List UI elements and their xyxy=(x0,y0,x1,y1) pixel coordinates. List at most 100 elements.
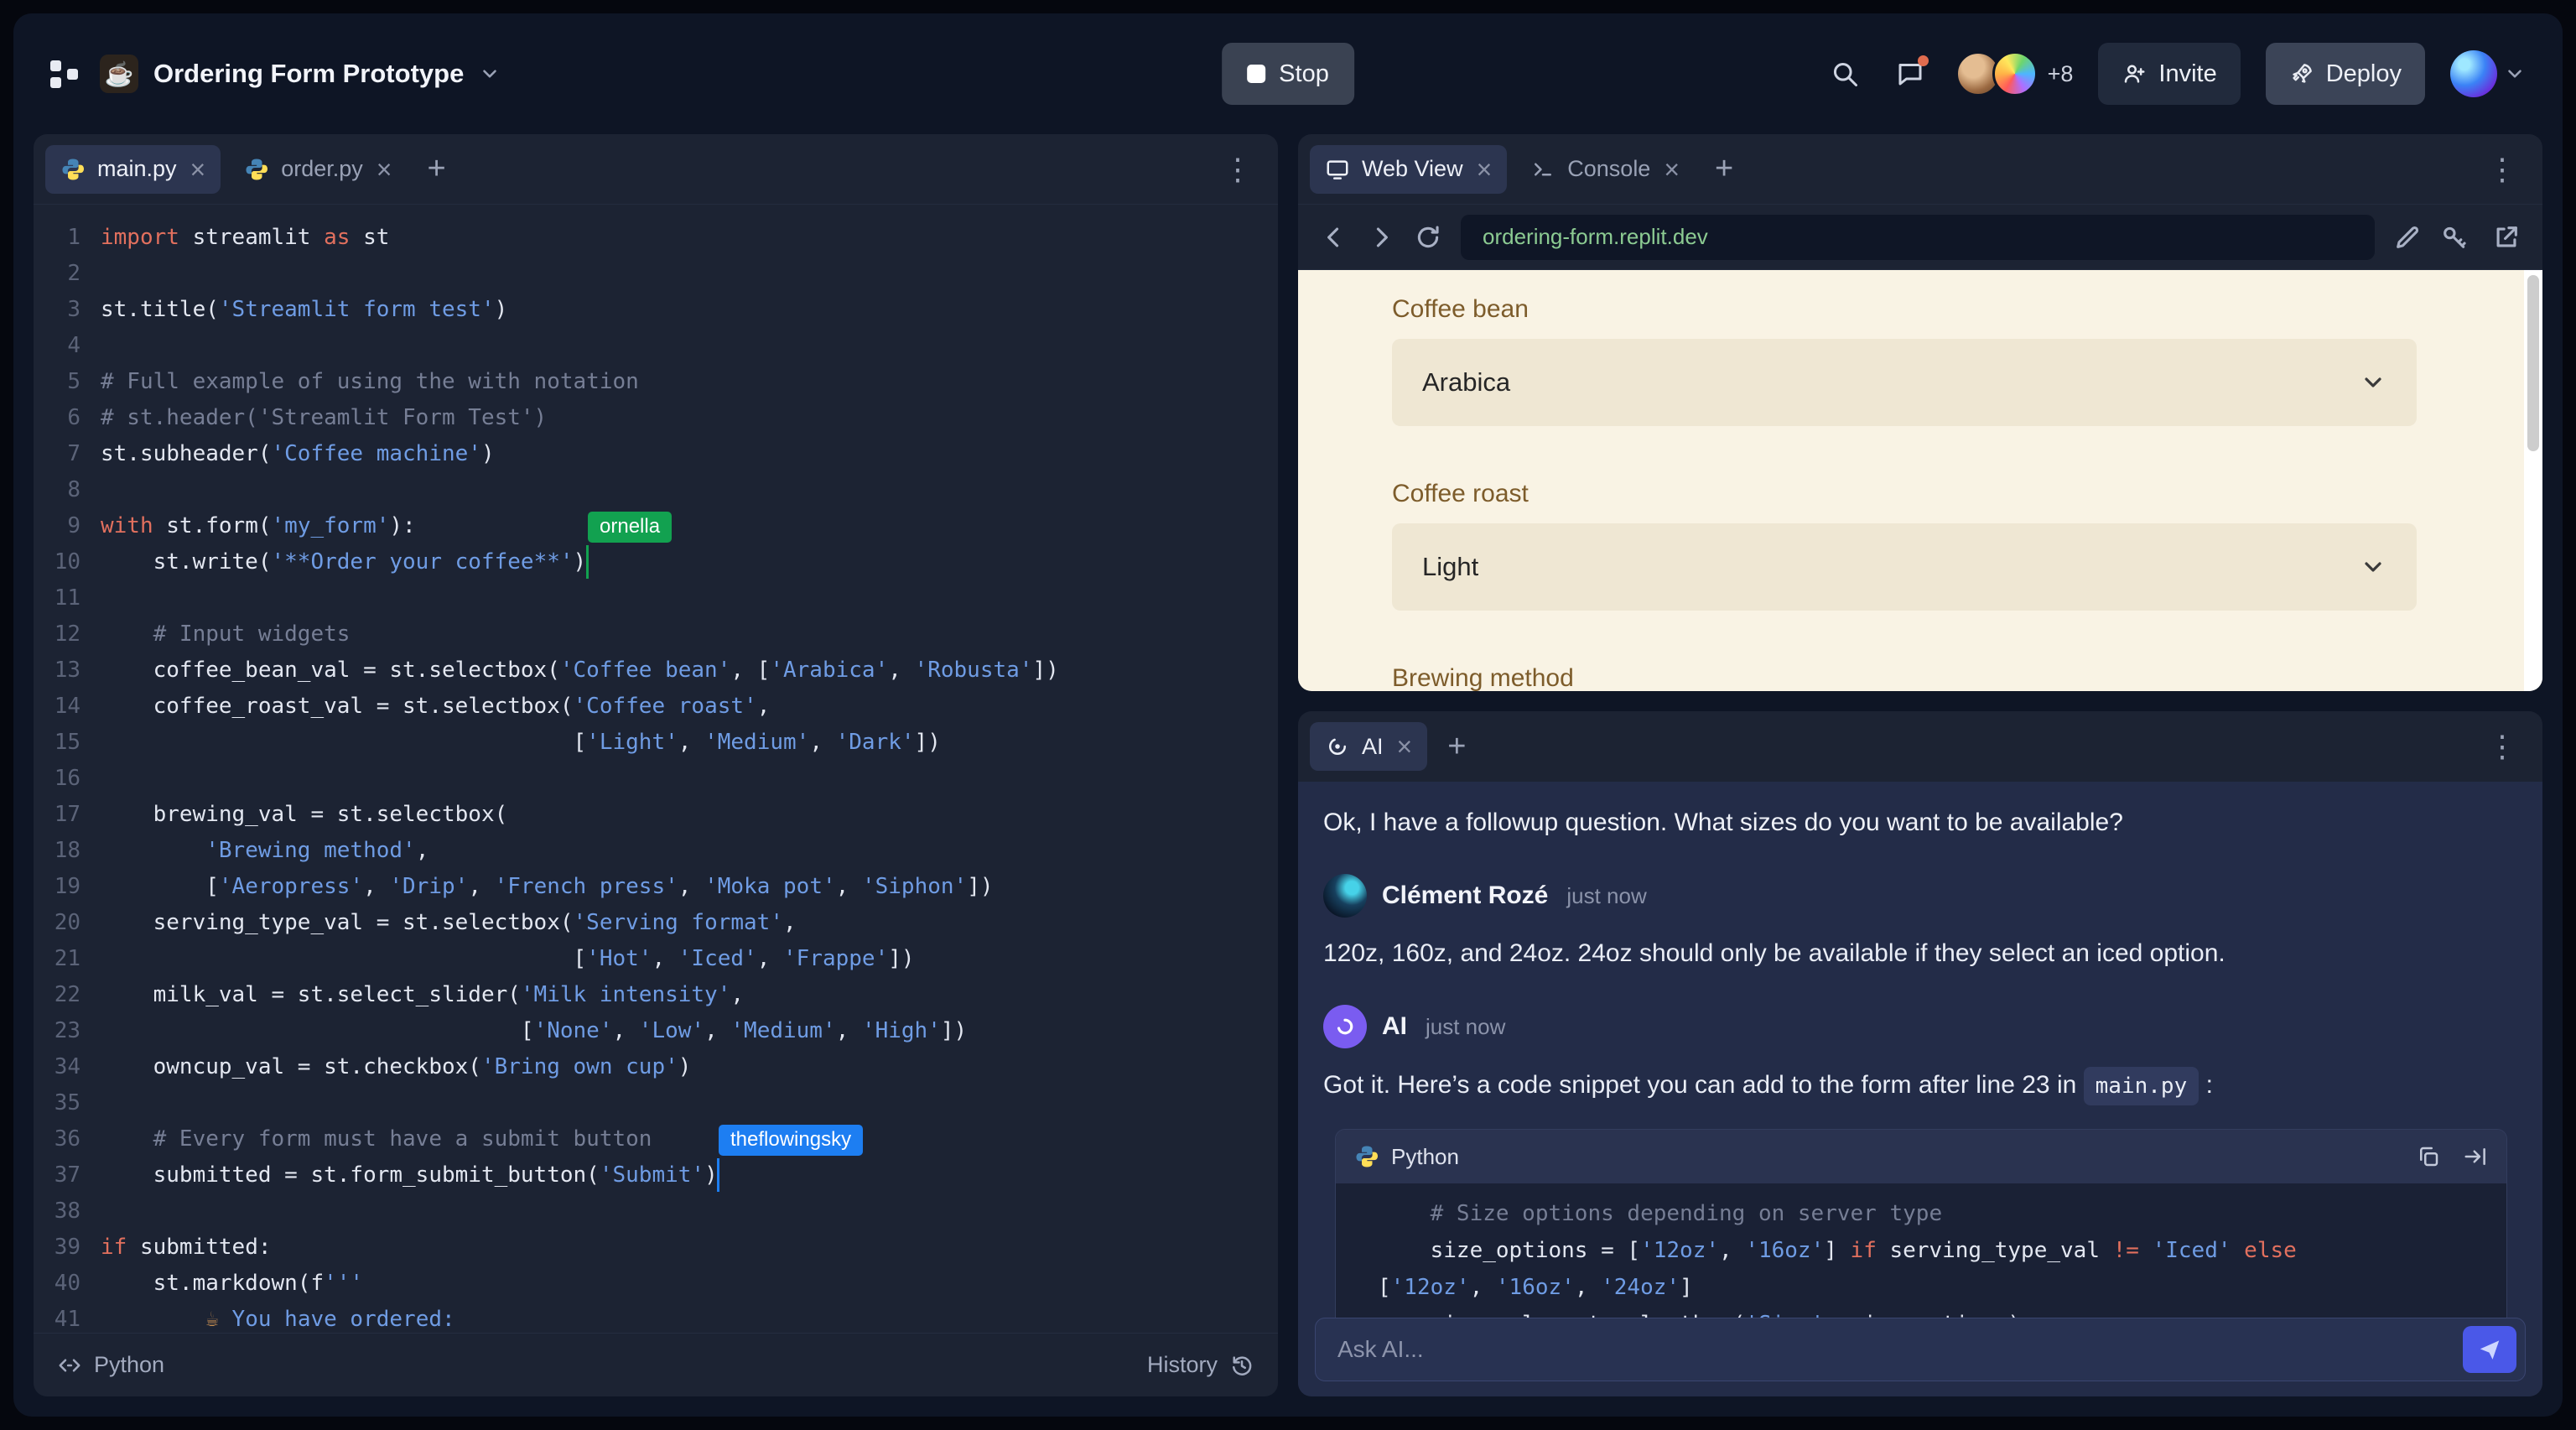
line-number: 2 xyxy=(67,261,80,286)
code-line: 19 ['Aeropress', 'Drip', 'French press',… xyxy=(34,869,1278,905)
workspace-grid-icon[interactable] xyxy=(50,60,78,88)
close-icon[interactable]: × xyxy=(1397,733,1413,760)
send-button[interactable] xyxy=(2463,1326,2516,1373)
new-tab-button[interactable]: + xyxy=(415,151,457,187)
invite-button[interactable]: Invite xyxy=(2098,43,2241,105)
message-body: 120z, 160z, and 24oz. 24oz should only b… xyxy=(1323,939,2225,967)
refresh-icon[interactable] xyxy=(1414,223,1442,252)
field-label: Brewing method xyxy=(1392,664,1574,691)
tab-web-view[interactable]: Web View × xyxy=(1310,144,1508,194)
insert-code-icon[interactable] xyxy=(2463,1144,2488,1169)
line-number: 37 xyxy=(54,1162,80,1188)
editor-tabbar: main.py × order.py × + ⋮ xyxy=(34,134,1278,205)
code-editor[interactable]: 1 import streamlit as st 2 3 st.title('Strea… xyxy=(34,205,1278,1333)
line-number: 35 xyxy=(54,1090,80,1115)
repl-title-menu[interactable]: ☕ Ordering Form Prototype xyxy=(100,55,501,93)
back-icon[interactable] xyxy=(1320,223,1348,252)
code-line: 17 brewing_val = st.selectbox( xyxy=(34,797,1278,833)
line-number: 34 xyxy=(54,1054,80,1079)
line-number: 11 xyxy=(54,585,80,611)
tab-label: Console xyxy=(1567,156,1651,181)
person-plus-icon xyxy=(2125,65,2145,83)
line-number: 19 xyxy=(54,874,80,899)
url-field[interactable]: ordering-form.replit.dev xyxy=(1461,214,2375,260)
tab-main-py[interactable]: main.py × xyxy=(45,144,221,194)
webview-menu-icon[interactable]: ⋮ xyxy=(2474,152,2531,187)
editor-statusbar: Python History xyxy=(34,1333,1278,1396)
close-icon[interactable]: × xyxy=(377,156,392,183)
account-menu[interactable] xyxy=(2450,50,2526,97)
line-number: 6 xyxy=(67,405,80,430)
message-timestamp: just now xyxy=(1566,882,1647,908)
stop-label: Stop xyxy=(1279,60,1329,87)
select-coffee-bean[interactable]: Arabica xyxy=(1392,339,2417,426)
deploy-button[interactable]: Deploy xyxy=(2265,43,2425,105)
ai-avatar xyxy=(1323,1005,1367,1048)
webview-tabbar: Web View × Console × + ⋮ xyxy=(1298,134,2542,205)
ai-panel: AI × + ⋮ Ok, I have a followup question.… xyxy=(1298,711,2542,1396)
ai-menu-icon[interactable]: ⋮ xyxy=(2474,729,2531,764)
rocket-icon xyxy=(2293,64,2312,83)
edit-pencil-icon[interactable] xyxy=(2393,223,2422,252)
stop-button[interactable]: Stop xyxy=(1222,43,1354,105)
history-button[interactable]: History xyxy=(1147,1352,1254,1378)
code-line: 40 st.markdown(f''' xyxy=(34,1266,1278,1302)
user-avatar xyxy=(2450,50,2497,97)
code-line: 13 coffee_bean_val = st.selectbox('Coffe… xyxy=(34,653,1278,689)
send-plane-icon xyxy=(2480,1340,2500,1360)
ask-ai-bar xyxy=(1315,1318,2526,1381)
code-line: 22 milk_val = st.select_slider('Milk int… xyxy=(34,977,1278,1013)
open-in-new-tab-icon[interactable] xyxy=(2492,223,2521,252)
line-number: 41 xyxy=(54,1307,80,1332)
line-number: 3 xyxy=(67,297,80,322)
key-icon[interactable] xyxy=(2440,223,2469,252)
ask-ai-input[interactable] xyxy=(1337,1336,2463,1363)
tab-ai[interactable]: AI × xyxy=(1310,722,1428,771)
line-number: 4 xyxy=(67,333,80,358)
line-number: 23 xyxy=(54,1018,80,1043)
close-icon[interactable]: × xyxy=(190,156,206,183)
chat-bubble-icon[interactable] xyxy=(1890,54,1930,94)
code-line: 16 xyxy=(34,761,1278,797)
line-number: 17 xyxy=(54,802,80,827)
code-line: size_options = ['12oz', '16oz'] if servi… xyxy=(1378,1238,2297,1263)
line-number: 15 xyxy=(54,730,80,755)
chevron-down-icon xyxy=(2365,377,2381,387)
language-indicator[interactable]: Python xyxy=(57,1352,164,1378)
field-label: Coffee bean xyxy=(1392,295,1529,323)
code-line: 12 # Input widgets xyxy=(34,616,1278,653)
collaborator-avatar[interactable] xyxy=(1992,51,2038,96)
close-icon[interactable]: × xyxy=(1664,156,1680,183)
tab-order-py[interactable]: order.py × xyxy=(229,145,407,194)
select-coffee-roast[interactable]: Light xyxy=(1392,523,2417,611)
select-value: Light xyxy=(1422,552,1479,581)
forward-icon[interactable] xyxy=(1367,223,1395,252)
new-tab-button[interactable]: + xyxy=(1436,729,1478,765)
line-number: 14 xyxy=(54,694,80,719)
python-icon xyxy=(246,159,268,179)
scrollbar[interactable] xyxy=(2524,270,2542,691)
line-number: 36 xyxy=(54,1126,80,1152)
code-line: 6 # st.header('Streamlit Form Test') xyxy=(34,400,1278,436)
python-icon xyxy=(1356,1146,1378,1167)
copy-icon[interactable] xyxy=(2416,1144,2441,1169)
line-number: 1 xyxy=(67,225,80,250)
language-label: Python xyxy=(94,1352,165,1377)
line-number: 13 xyxy=(54,658,80,683)
editor-menu-icon[interactable]: ⋮ xyxy=(1209,152,1266,187)
line-number: 12 xyxy=(54,621,80,647)
line-number: 10 xyxy=(54,549,80,575)
scrollbar-thumb[interactable] xyxy=(2527,275,2539,451)
history-label: History xyxy=(1146,1352,1218,1377)
collaborator-count[interactable]: +8 xyxy=(2048,61,2074,87)
new-tab-button[interactable]: + xyxy=(1703,151,1745,187)
ai-loop-icon xyxy=(1337,1018,1353,1035)
tab-console[interactable]: Console × xyxy=(1515,145,1695,194)
select-value: Arabica xyxy=(1422,367,1511,397)
code-snippet-block: Python # Size options depending on serve… xyxy=(1335,1129,2507,1344)
invite-label: Invite xyxy=(2158,60,2217,87)
code-line: 18 'Brewing method', xyxy=(34,833,1278,869)
close-icon[interactable]: × xyxy=(1477,156,1493,183)
code-line: 35 xyxy=(34,1085,1278,1121)
search-icon[interactable] xyxy=(1825,54,1865,94)
